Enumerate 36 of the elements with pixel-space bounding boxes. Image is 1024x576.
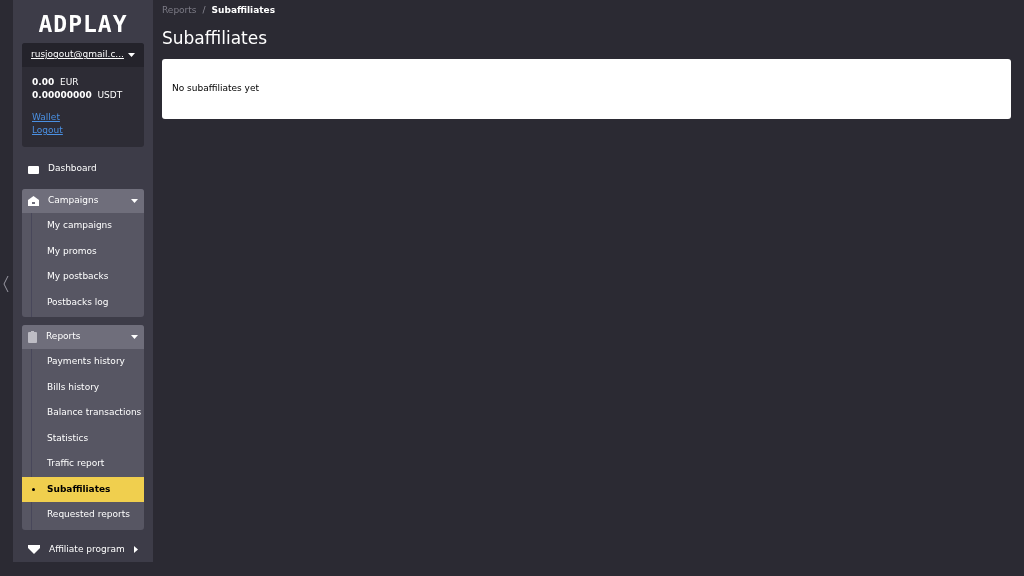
nav-subitem[interactable]: Requested reports (32, 502, 144, 528)
logo[interactable]: ADPLAY (22, 13, 144, 35)
caret-right-icon (134, 546, 138, 553)
nav-subitem[interactable]: Postbacks log (32, 289, 144, 315)
nav-subitem[interactable]: My campaigns (32, 213, 144, 239)
breadcrumb-separator: / (202, 4, 206, 18)
collapse-chevron-icon[interactable] (3, 275, 9, 293)
caret-icon (128, 53, 135, 57)
bullet-icon (32, 487, 35, 491)
clipboard-icon (28, 331, 37, 343)
empty-message: No subaffiliates yet (172, 82, 259, 96)
nav-group-header[interactable]: Campaigns (22, 189, 144, 213)
nav-subitem[interactable]: Traffic report (32, 451, 144, 477)
caret-down-icon (131, 199, 138, 203)
nav-subitem[interactable]: Statistics (32, 425, 144, 451)
nav-subitem[interactable]: Payments history (32, 349, 144, 375)
account-link[interactable]: Wallet (32, 111, 60, 124)
account-dropdown[interactable]: rusjogout@gmail.c... (22, 43, 144, 67)
nav-item[interactable]: Dashboard (22, 157, 144, 181)
nav-subitem[interactable]: Balance transactions (32, 400, 144, 426)
nav-subitem[interactable]: My promos (32, 238, 144, 264)
nav-group-header[interactable]: Affiliate program (22, 537, 144, 562)
nav-subitem[interactable]: My postbacks (32, 264, 144, 290)
balance-text: 0.00 EUR (32, 76, 80, 89)
card-icon (28, 164, 39, 174)
caret-down-icon (131, 335, 138, 339)
diamond-icon (28, 545, 40, 554)
account-link[interactable]: Logout (32, 124, 63, 137)
nav-group-header[interactable]: Reports (22, 325, 144, 349)
balance-text: 0.00000000 USDT (32, 89, 124, 102)
breadcrumb-item[interactable]: Reports (162, 4, 197, 18)
page-title: Subaffiliates (162, 27, 269, 49)
nav-subitem[interactable]: Subaffiliates (22, 476, 144, 502)
breadcrumb-item: Subaffiliates (211, 4, 276, 18)
nav-subitem[interactable]: Bills history (32, 374, 144, 400)
home-icon (28, 196, 39, 206)
